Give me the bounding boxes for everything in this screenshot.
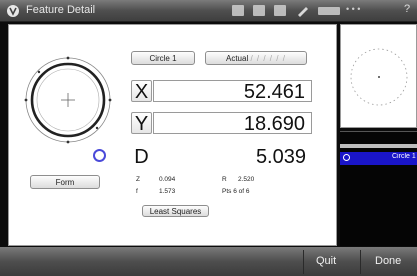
z-value: 0.094 (159, 176, 176, 183)
f-label: f (136, 188, 138, 195)
y-value: 18.690 (153, 112, 312, 135)
points-count: Pts 6 of 6 (222, 188, 250, 195)
keyboard-icon[interactable] (232, 5, 244, 16)
done-button[interactable]: Done (375, 255, 401, 267)
bottom-divider (360, 250, 361, 274)
z-label: Z (136, 176, 140, 183)
least-squares-button[interactable]: Least Squares (142, 205, 209, 217)
actual-label: Actual (226, 54, 249, 63)
edit-pencil-icon[interactable] (296, 4, 310, 17)
more-menu-icon[interactable]: • • • (346, 4, 360, 14)
r-label: R (222, 176, 227, 183)
actual-tolerance-placeholder: / / / / / / (250, 54, 286, 63)
window-title: Feature Detail (26, 4, 96, 16)
feature-list-item-label: Circle 1 (392, 153, 416, 160)
bottom-bar (0, 247, 417, 276)
d-value: 5.039 (255, 146, 306, 168)
feature-list[interactable] (340, 131, 417, 246)
actual-button[interactable]: Actual / / / / / / (205, 51, 307, 65)
feature-circle-gauge (24, 56, 112, 144)
battery-icon (318, 7, 340, 15)
f-value: 1.573 (159, 188, 176, 195)
quit-button[interactable]: Quit (316, 255, 336, 267)
y-label: Y (131, 112, 152, 135)
d-label: D (134, 146, 149, 168)
point-marker-icon (93, 149, 106, 162)
preview-circle-icon (350, 48, 408, 106)
feature-name-button[interactable]: Circle 1 (131, 51, 195, 65)
circle-feature-icon (343, 154, 350, 161)
x-value: 52.461 (153, 80, 312, 103)
form-button[interactable]: Form (30, 175, 100, 189)
camera-icon[interactable] (253, 5, 265, 16)
calculator-icon[interactable] (274, 5, 286, 16)
x-label: X (131, 80, 152, 103)
help-button[interactable]: ? (404, 3, 410, 15)
bottom-divider (303, 250, 304, 274)
r-value: 2.520 (238, 176, 255, 183)
feature-list-header (340, 144, 417, 148)
app-logo-icon (7, 5, 19, 17)
